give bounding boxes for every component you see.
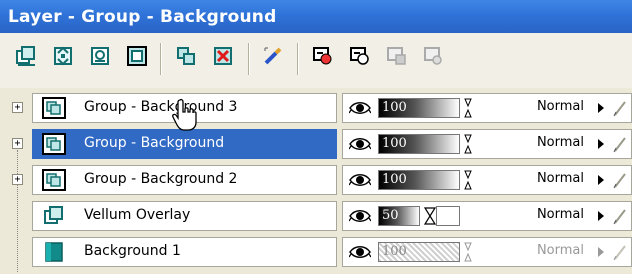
new-raster-layer-icon[interactable] [15,45,37,67]
blend-mode-select[interactable]: Normal [478,134,598,154]
lock-layer-icon[interactable] [386,45,408,67]
opacity-value: 100 [382,244,407,259]
group-layer-icon [42,97,66,119]
layer-properties-list: 100 Normal 100 Normal 100 Normal 50 Norm… [342,92,632,274]
unlink-layers-icon[interactable] [349,45,371,67]
opacity-marker-icon [464,98,472,118]
group-layer-icon [42,169,66,191]
layer-name: Group - Background 2 [84,171,238,187]
layer-name-box[interactable] [32,237,337,267]
opacity-marker-icon [464,134,472,154]
lock-transparency-icon[interactable] [612,207,628,225]
visibility-eye-icon[interactable] [349,209,371,223]
lock-transparency-icon[interactable] [612,99,628,117]
blend-mode-arrow-icon[interactable] [598,211,604,221]
blend-mode-value: Normal [536,207,584,222]
link-layers-icon[interactable] [312,45,334,67]
blend-mode-value: Normal [536,99,584,114]
blend-mode-arrow-icon[interactable] [598,175,604,185]
layer-name: Background 1 [84,243,181,259]
layer-row[interactable]: + Group - Background 2 [12,164,337,196]
unlock-layer-icon[interactable] [423,45,445,67]
layer-name: Group - Background 3 [84,99,238,115]
new-mask-layer-icon[interactable] [126,45,148,67]
opacity-track [436,206,460,226]
expand-toggle[interactable]: + [12,102,23,113]
delete-layer-icon[interactable] [212,45,234,67]
opacity-value: 50 [382,208,399,223]
blend-mode-value: Normal [536,135,584,150]
layer-properties-row: 100 Normal [342,236,632,268]
layer-row[interactable]: Vellum Overlay [12,200,337,232]
group-layer-icon [42,133,66,155]
layer-properties-row: 100 Normal [342,128,632,160]
new-vector-layer-icon[interactable] [52,45,74,67]
opacity-slider[interactable]: 100 [378,242,460,262]
background-layer-icon [42,241,66,263]
toolbar-separator [248,43,250,75]
layer-name: Vellum Overlay [84,207,191,223]
layer-properties-row: 50 Normal [342,200,632,232]
visibility-eye-icon[interactable] [349,137,371,151]
opacity-value: 100 [382,136,407,151]
opacity-slider[interactable]: 100 [378,98,460,118]
blend-mode-arrow-icon[interactable] [598,139,604,149]
toolbar-separator [160,43,162,75]
layer-row[interactable]: + Group - Background [12,128,337,160]
blend-mode-select[interactable]: Normal [478,98,598,118]
blend-mode-arrow-icon[interactable] [598,247,604,257]
blend-mode-select[interactable]: Normal [478,206,598,226]
expand-toggle[interactable]: + [12,138,23,149]
toolbar-separator [297,43,299,75]
layer-toolbar [0,33,632,89]
blend-mode-select[interactable]: Normal [478,242,598,262]
edit-selection-icon[interactable] [262,45,284,67]
hand-cursor-icon [172,98,197,131]
lock-transparency-icon[interactable] [612,171,628,189]
raster-layer-icon [42,205,66,227]
opacity-slider[interactable]: 50 [378,206,420,226]
title-bar[interactable]: Layer - Group - Background [0,0,632,33]
lock-transparency-icon[interactable] [612,135,628,153]
layer-name: Group - Background [84,135,225,151]
blend-mode-select[interactable]: Normal [478,170,598,190]
opacity-marker-icon [464,170,472,190]
blend-mode-arrow-icon[interactable] [598,103,604,113]
layer-row[interactable]: Background 1 [12,236,337,268]
opacity-slider[interactable]: 100 [378,170,460,190]
layer-properties-row: 100 Normal [342,164,632,196]
expand-toggle[interactable]: + [12,174,23,185]
opacity-marker-icon [464,242,472,262]
opacity-slider[interactable]: 100 [378,134,460,154]
opacity-value: 100 [382,172,407,187]
visibility-eye-icon[interactable] [349,101,371,115]
visibility-eye-icon[interactable] [349,245,371,259]
layer-properties-row: 100 Normal [342,92,632,124]
lock-transparency-icon[interactable] [612,243,628,261]
window-title: Layer - Group - Background [8,7,277,27]
opacity-marker-icon [424,207,436,225]
new-art-media-layer-icon[interactable] [89,45,111,67]
duplicate-layer-icon[interactable] [175,45,197,67]
visibility-eye-icon[interactable] [349,173,371,187]
blend-mode-value: Normal [536,243,584,258]
blend-mode-value: Normal [536,171,584,186]
opacity-value: 100 [382,100,407,115]
